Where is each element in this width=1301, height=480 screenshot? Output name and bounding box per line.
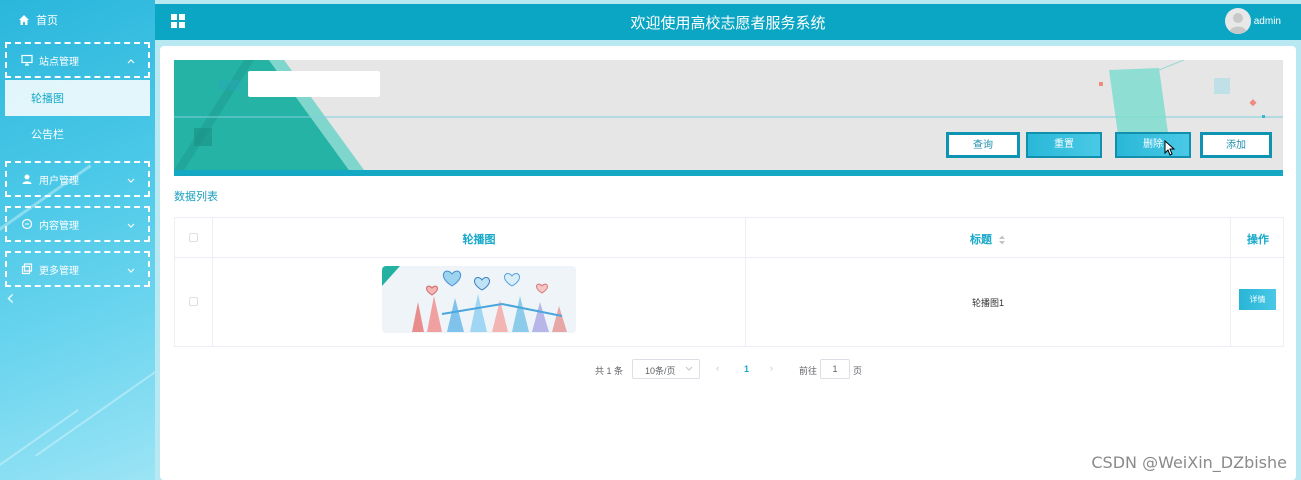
sidebar-decoration — [34, 363, 155, 457]
sidebar-item-label: 公告栏 — [31, 129, 64, 141]
row-checkbox[interactable] — [189, 297, 198, 306]
row-title-cell: 轮播图1 — [746, 258, 1231, 347]
main-panel: 标题 查询 重置 删除 添加 数据列表 轮播图 标题 操作 轮播图1 详情 共 … — [160, 46, 1296, 480]
search-banner: 标题 查询 重置 删除 添加 — [174, 60, 1283, 176]
chevron-down-icon — [127, 223, 135, 228]
pagination: 共 1 条 10条/页 ‹ 1 › 前往 1 页 — [160, 359, 1296, 379]
chevron-down-icon — [685, 366, 693, 371]
column-header: 轮播图 — [462, 234, 496, 246]
add-button[interactable]: 添加 — [1200, 132, 1272, 158]
prev-page-button[interactable]: ‹ — [716, 363, 719, 373]
copy-icon — [21, 263, 33, 275]
mouse-cursor-icon — [1164, 140, 1176, 156]
table-row: 轮播图1 详情 — [175, 258, 1285, 347]
sidebar: 首页 站点管理 轮播图 公告栏 用户管理 内容管理 更多管理 ‹ — [0, 0, 155, 480]
row-actions-cell: 详情 — [1231, 258, 1285, 347]
page-size-select[interactable]: 10条/页 — [632, 359, 700, 379]
sidebar-menu-users[interactable]: 用户管理 — [5, 161, 150, 197]
chat-icon — [21, 218, 33, 230]
header-carousel: 轮播图 — [213, 218, 746, 257]
sidebar-menu-label: 内容管理 — [39, 220, 79, 232]
select-all-checkbox[interactable] — [189, 233, 198, 242]
title-search-input[interactable] — [248, 71, 380, 97]
reset-button[interactable]: 重置 — [1026, 132, 1102, 158]
sidebar-decoration — [0, 409, 79, 480]
detail-button[interactable]: 详情 — [1239, 289, 1276, 310]
chevron-up-icon — [127, 59, 135, 64]
watermark: CSDN @WeiXin_DZbishe — [1091, 453, 1287, 472]
page-size-value: 10条/页 — [645, 366, 676, 376]
row-title: 轮播图1 — [971, 298, 1004, 308]
avatar-icon — [1229, 13, 1247, 34]
hands-hearts-image — [382, 266, 576, 333]
home-icon — [19, 15, 29, 25]
chevron-down-icon — [127, 178, 135, 183]
sidebar-menu-label: 用户管理 — [39, 175, 79, 187]
sidebar-menu-more[interactable]: 更多管理 — [5, 251, 150, 287]
sidebar-menu-content[interactable]: 内容管理 — [5, 206, 150, 242]
user-icon — [22, 174, 32, 184]
column-header: 操作 — [1247, 234, 1269, 246]
table-header-row: 轮播图 标题 操作 — [175, 218, 1285, 258]
sidebar-item-label: 轮播图 — [31, 93, 64, 105]
row-check-cell — [175, 258, 213, 347]
delete-button[interactable]: 删除 — [1115, 132, 1191, 158]
sidebar-menu-label: 站点管理 — [39, 56, 79, 68]
sidebar-item-carousel[interactable]: 轮播图 — [5, 80, 150, 116]
chevron-left-icon: ‹ — [6, 286, 15, 311]
monitor-icon — [21, 54, 33, 66]
page-unit-label: 页 — [853, 366, 863, 376]
column-header-label: 标题 — [969, 234, 992, 246]
sidebar-home-label: 首页 — [36, 15, 58, 27]
header-title[interactable]: 标题 — [746, 218, 1231, 257]
carousel-thumbnail — [382, 266, 576, 333]
current-page[interactable]: 1 — [744, 364, 749, 374]
header-check-cell — [175, 218, 213, 257]
search-button[interactable]: 查询 — [946, 132, 1020, 158]
goto-page-input[interactable]: 1 — [820, 359, 850, 379]
app-title: 欢迎使用高校志愿者服务系统 — [630, 15, 826, 32]
search-label: 标题 — [218, 80, 240, 92]
username[interactable]: admin — [1254, 16, 1281, 27]
data-table: 轮播图 标题 操作 轮播图1 详情 — [174, 217, 1285, 347]
sidebar-menu-label: 更多管理 — [39, 265, 79, 277]
avatar[interactable] — [1225, 8, 1251, 34]
header-actions: 操作 — [1231, 218, 1285, 257]
sidebar-item-notice[interactable]: 公告栏 — [5, 116, 150, 152]
pagination-total: 共 1 条 — [595, 366, 624, 376]
sidebar-menu-site[interactable]: 站点管理 — [5, 42, 150, 78]
row-image-cell — [213, 258, 746, 347]
column-header-title: 标题 — [746, 231, 1230, 247]
next-page-button[interactable]: › — [770, 363, 773, 373]
sidebar-home[interactable]: 首页 — [0, 0, 155, 40]
chevron-down-icon — [127, 268, 135, 273]
list-title: 数据列表 — [174, 191, 218, 203]
sort-icon[interactable] — [998, 235, 1006, 245]
goto-label: 前往 — [799, 366, 818, 376]
top-header: 欢迎使用高校志愿者服务系统 admin — [155, 4, 1301, 40]
